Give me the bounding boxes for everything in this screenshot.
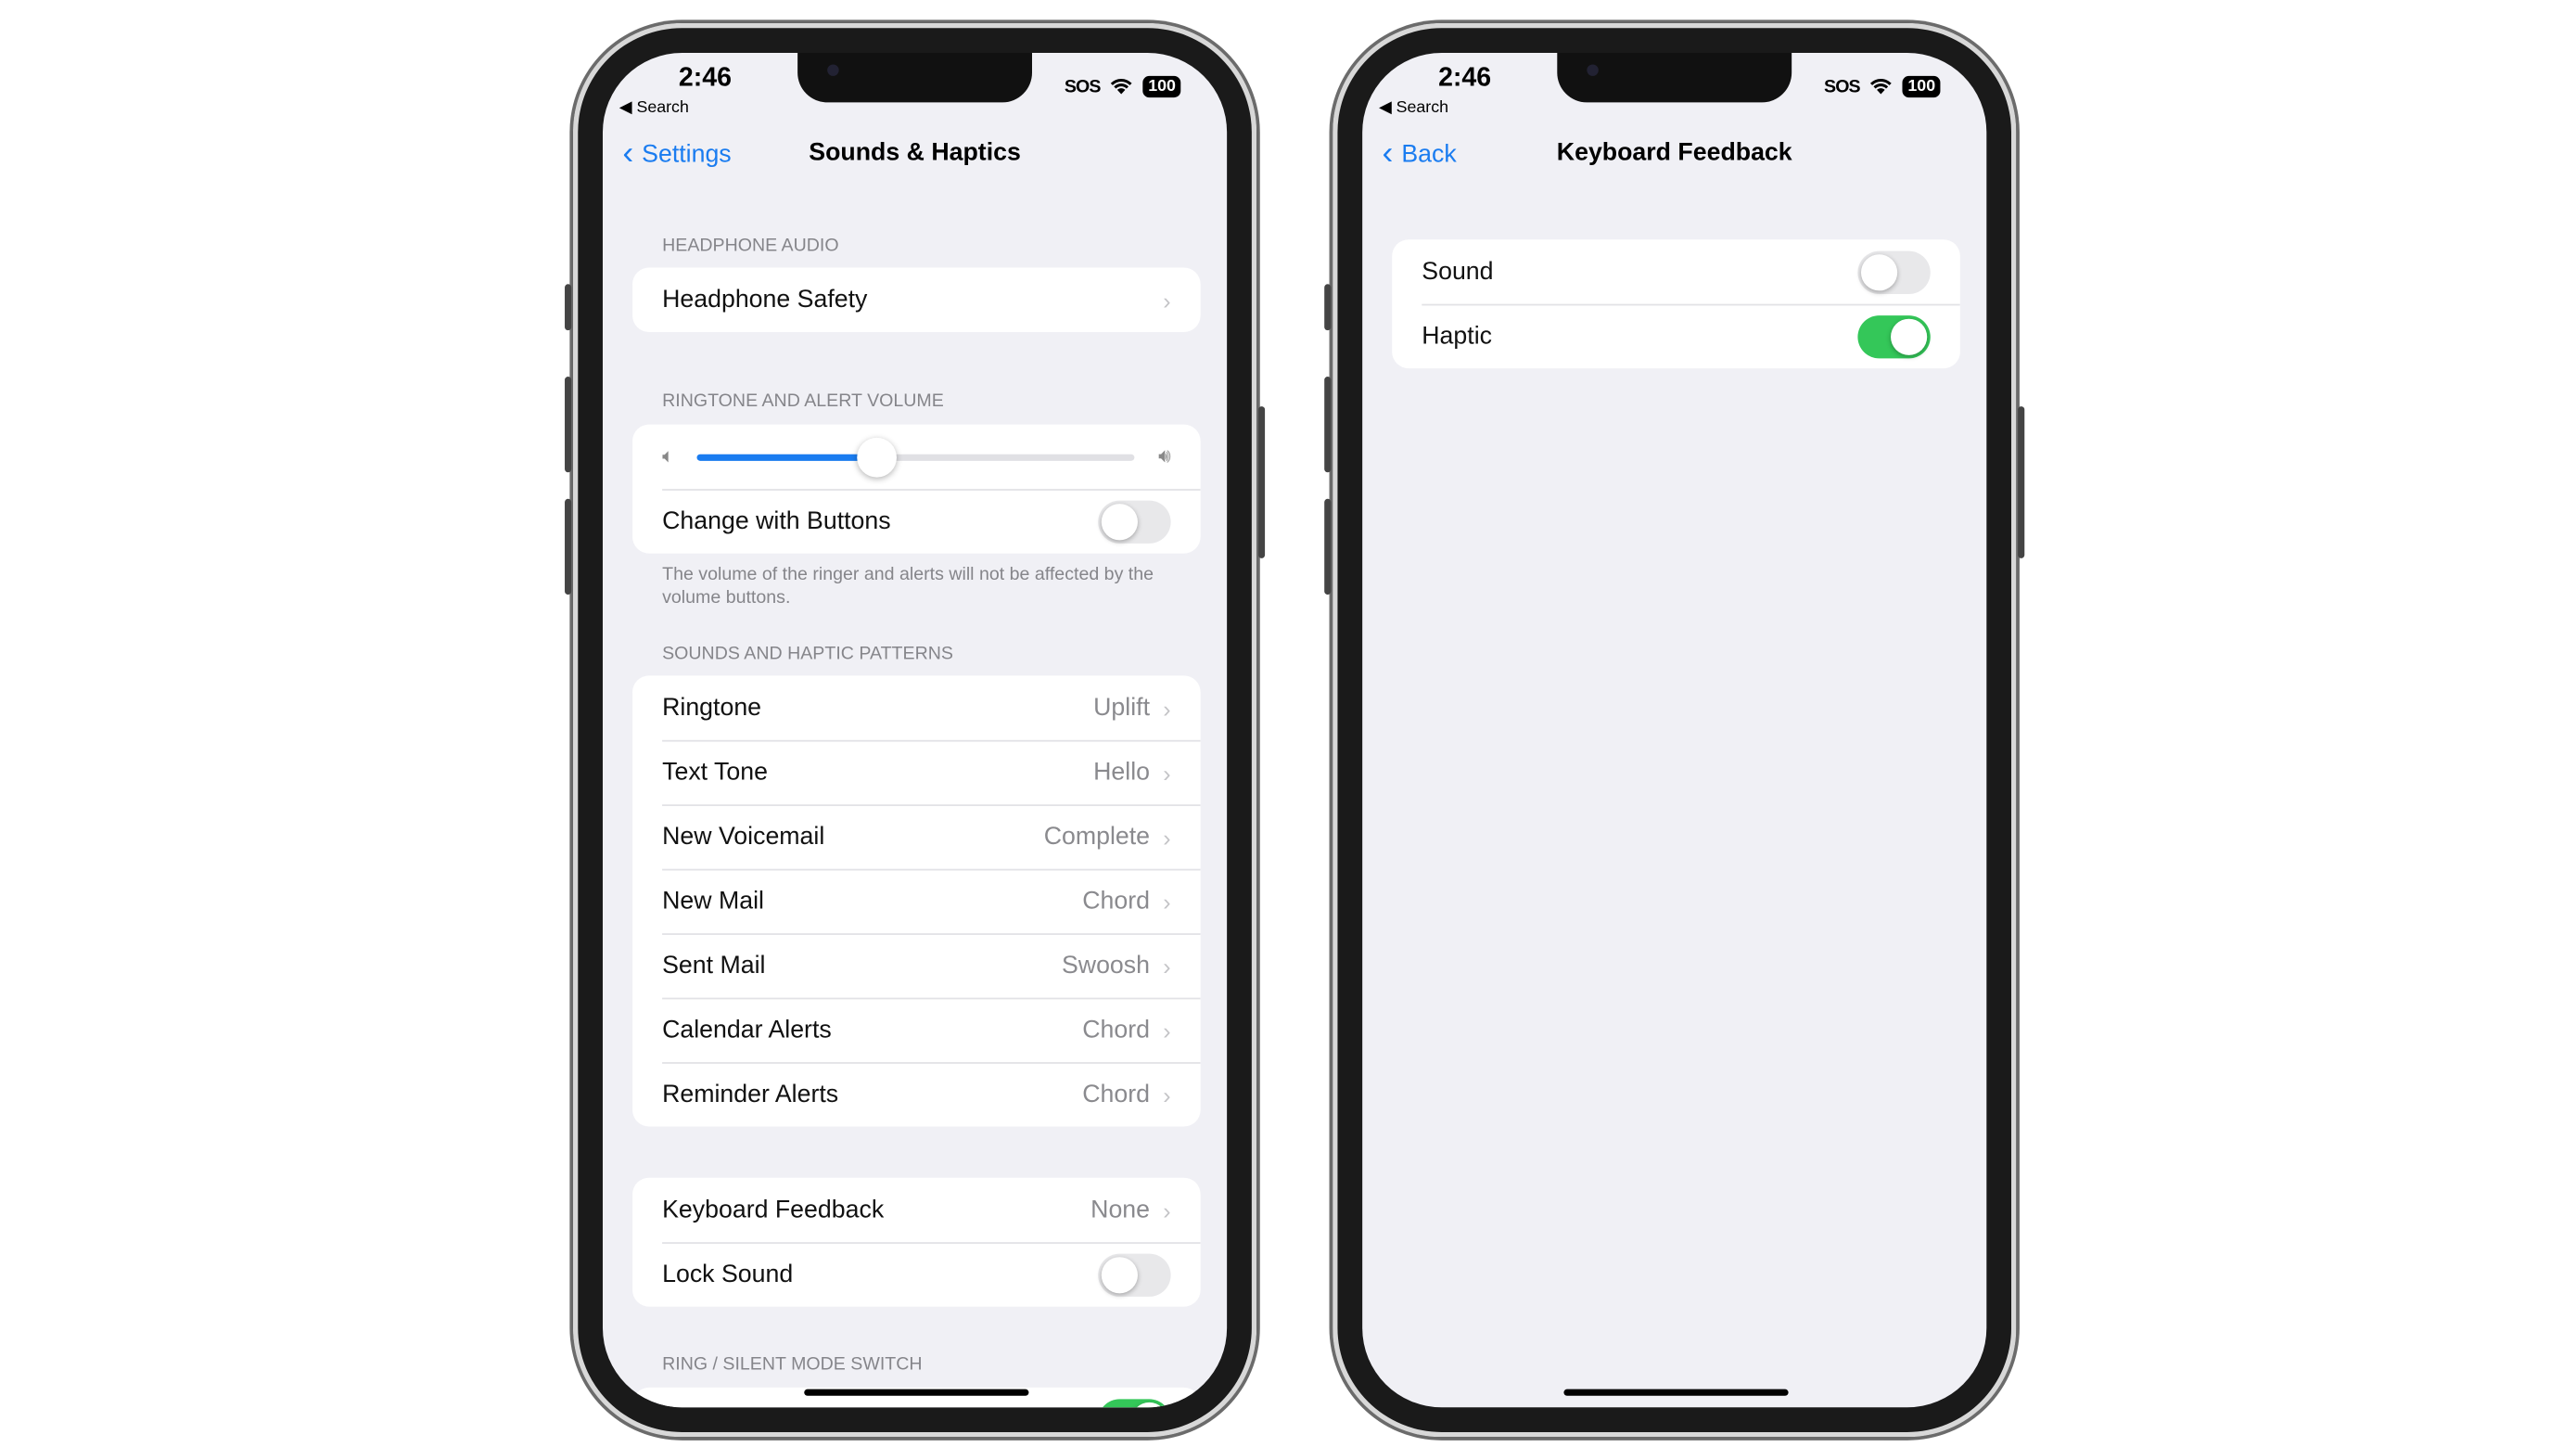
home-indicator[interactable]: [804, 1389, 1029, 1396]
lock-sound-toggle[interactable]: [1098, 1252, 1171, 1297]
chevron-right-icon: ›: [1163, 952, 1171, 980]
haptic-row: Haptic: [1392, 303, 1960, 368]
volume-card: 🔈︎ 🔊︎ Change with Buttons: [632, 424, 1201, 554]
row-value: Chord: [1082, 1016, 1151, 1044]
row-value: Hello: [1093, 758, 1151, 787]
volume-slider[interactable]: [696, 437, 1136, 477]
chevron-right-icon: ›: [1163, 286, 1171, 314]
row-label: Haptic: [1422, 322, 1493, 351]
row-label: Text Tone: [662, 758, 768, 787]
row-value: Chord: [1082, 1080, 1151, 1108]
volume-up-button: [565, 377, 572, 473]
row-label: Headphone Safety: [662, 286, 868, 314]
row-value: Uplift: [1093, 693, 1151, 723]
keyboard-feedback-row[interactable]: Keyboard Feedback None ›: [632, 1178, 1201, 1242]
section-label: HEADPHONE AUDIO: [662, 236, 839, 257]
phone-right: 2:46 ◀ Search SOS 100 ‹ Back Keyboard Fee…: [1324, 22, 2025, 1438]
headphone-card: Headphone Safety ›: [632, 267, 1201, 332]
feedback-card: Sound Haptic: [1392, 239, 1960, 369]
ring-silent-toggle[interactable]: [1098, 1398, 1171, 1408]
row-label: New Voicemail: [662, 822, 825, 852]
row-label: Calendar Alerts: [662, 1016, 832, 1044]
chevron-right-icon: ›: [1163, 888, 1171, 915]
sos-indicator: SOS: [1064, 76, 1102, 97]
phone-left: 2:46 ◀ Search SOS 100 ‹ Settings Sounds &…: [565, 22, 1266, 1438]
pattern-row[interactable]: New Mail Chord ›: [632, 868, 1201, 933]
keyboard-lock-card: Keyboard Feedback None › Lock Sound: [632, 1177, 1201, 1307]
screen-keyboard-feedback: 2:46 ◀ Search SOS 100 ‹ Back Keyboard Fee…: [1362, 52, 1987, 1408]
notch: [797, 52, 1032, 103]
mute-switch: [565, 284, 572, 331]
wifi-icon: [1111, 78, 1133, 95]
mute-switch: [1324, 284, 1332, 331]
row-label: Sound: [1422, 257, 1494, 287]
chevron-right-icon: ›: [1163, 759, 1171, 786]
chevron-right-icon: ›: [1163, 1017, 1171, 1044]
page-title: Sounds & Haptics: [809, 138, 1021, 167]
row-label: Ringtone: [662, 693, 762, 723]
pattern-row[interactable]: Text Tone Hello ›: [632, 739, 1201, 804]
chevron-right-icon: ›: [1163, 1081, 1171, 1108]
row-value: Chord: [1082, 887, 1151, 916]
side-button: [2018, 406, 2025, 558]
row-value: Complete: [1043, 822, 1151, 852]
pattern-row[interactable]: Reminder Alerts Chord ›: [632, 1062, 1201, 1126]
chevron-right-icon: ›: [1163, 823, 1171, 851]
camera-icon: [1587, 64, 1599, 76]
battery-icon: 100: [1142, 75, 1181, 98]
status-icons: SOS 100: [1064, 75, 1181, 98]
haptic-toggle[interactable]: [1857, 314, 1931, 358]
side-button: [1257, 406, 1266, 558]
volume-down-button: [565, 498, 572, 595]
patterns-card: Ringtone Uplift › Text Tone Hello › New Voic…: [632, 675, 1201, 1127]
speaker-high-icon: 🔊︎: [1158, 444, 1171, 467]
slider-fill: [696, 453, 877, 460]
pattern-row[interactable]: Calendar Alerts Chord ›: [632, 997, 1201, 1062]
battery-icon: 100: [1903, 75, 1941, 98]
speaker-low-icon: 🔈︎: [662, 444, 674, 467]
status-time: 2:46: [678, 64, 732, 93]
sos-indicator: SOS: [1824, 76, 1861, 97]
row-label: New Mail: [662, 887, 764, 916]
notch: [1557, 52, 1792, 103]
change-with-buttons-row: Change with Buttons: [632, 489, 1201, 553]
row-label: Lock Sound: [662, 1260, 794, 1289]
nav-bar: ‹ Settings Sounds & Haptics: [603, 137, 1227, 179]
row-label: Change with Buttons: [662, 506, 891, 535]
nav-bar: ‹ Back Keyboard Feedback: [1362, 137, 1986, 179]
row-label: Keyboard Feedback: [662, 1196, 885, 1224]
pattern-row[interactable]: Ringtone Uplift ›: [632, 675, 1201, 739]
row-value: Swoosh: [1061, 951, 1151, 980]
pattern-row[interactable]: Sent Mail Swoosh ›: [632, 933, 1201, 997]
chevron-right-icon: ›: [1163, 694, 1171, 722]
section-label: RING / SILENT MODE SWITCH: [662, 1354, 923, 1375]
screen-sounds-haptics: 2:46 ◀ Search SOS 100 ‹ Settings Sounds &…: [602, 52, 1228, 1408]
row-label: Sent Mail: [662, 951, 766, 980]
sound-row: Sound: [1392, 239, 1960, 303]
slider-knob[interactable]: [857, 437, 897, 477]
volume-down-button: [1324, 498, 1332, 595]
wifi-icon: [1870, 78, 1893, 95]
home-indicator[interactable]: [1563, 1389, 1789, 1396]
camera-icon: [827, 64, 839, 76]
sound-toggle[interactable]: [1857, 250, 1931, 294]
volume-footnote: The volume of the ringer and alerts will…: [662, 565, 1154, 608]
volume-slider-row: 🔈︎ 🔊︎: [632, 425, 1201, 489]
page-title: Keyboard Feedback: [1556, 138, 1792, 167]
status-icons: SOS 100: [1824, 75, 1941, 98]
pattern-row[interactable]: New Voicemail Complete ›: [632, 804, 1201, 868]
back-to-search[interactable]: ◀ Search: [1379, 99, 1448, 118]
row-label: Reminder Alerts: [662, 1080, 839, 1108]
lock-sound-row: Lock Sound: [632, 1242, 1201, 1306]
back-to-search[interactable]: ◀ Search: [619, 99, 689, 118]
section-label: SOUNDS AND HAPTIC PATTERNS: [662, 644, 953, 664]
status-time: 2:46: [1438, 64, 1492, 93]
headphone-safety-row[interactable]: Headphone Safety ›: [632, 267, 1201, 331]
change-with-buttons-toggle[interactable]: [1098, 499, 1171, 543]
volume-up-button: [1324, 377, 1332, 473]
section-label: RINGTONE AND ALERT VOLUME: [662, 391, 944, 412]
row-value: None: [1090, 1196, 1151, 1224]
chevron-right-icon: ›: [1163, 1197, 1171, 1223]
